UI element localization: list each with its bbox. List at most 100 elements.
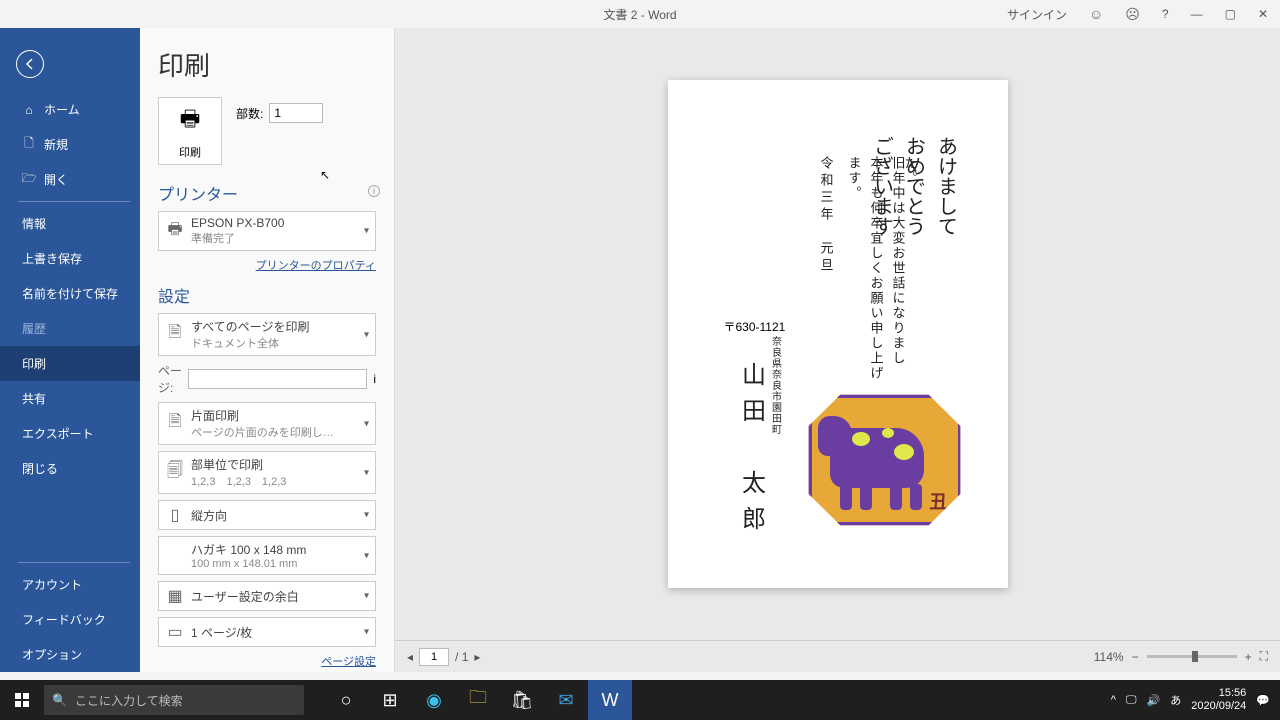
- clock-date: 2020/09/24: [1191, 700, 1246, 713]
- sidebar-item-label: ホーム: [44, 101, 80, 118]
- sidebar-item-save[interactable]: 上書き保存: [0, 241, 140, 276]
- sidebar-item-new[interactable]: 🗋 新規: [0, 127, 140, 162]
- chevron-down-icon: ▾: [364, 627, 369, 638]
- prev-page-button[interactable]: ◂: [407, 650, 413, 664]
- back-arrow-icon: [22, 56, 38, 72]
- sidebar-item-close[interactable]: 閉じる: [0, 451, 140, 486]
- edge-icon[interactable]: ◉: [412, 680, 456, 720]
- portrait-icon: ▯: [165, 505, 185, 525]
- taskbar: 🔍 ここに入力して検索 ○ ⊞ ◉ 🗀 🛍 ✉ W ^ 🖵 🔊 あ 15:56 …: [0, 680, 1280, 720]
- sidebar-item-print[interactable]: 印刷: [0, 346, 140, 381]
- display-icon[interactable]: 🖵: [1126, 694, 1137, 707]
- pages-input[interactable]: [188, 369, 367, 389]
- margins-icon: ▦: [165, 586, 185, 606]
- total-pages: / 1: [455, 650, 468, 664]
- print-settings-panel: 印刷 🖶 印刷 部数: プリンター i 🖶 EPSON PX-B700 準備完了…: [140, 28, 395, 672]
- sidebar-item-label: 開く: [44, 171, 68, 188]
- zodiac-stamp: 丑: [806, 392, 964, 528]
- store-icon[interactable]: 🛍: [500, 680, 544, 720]
- body-text-1: 旧年中は大変お世話になりまし: [889, 156, 908, 366]
- notifications-icon[interactable]: 💬: [1256, 694, 1270, 707]
- chevron-down-icon: ▾: [364, 467, 369, 478]
- taskbar-clock[interactable]: 15:56 2020/09/24: [1191, 687, 1246, 713]
- sidebar-item-feedback[interactable]: フィードバック: [0, 602, 140, 637]
- help-button[interactable]: ?: [1156, 5, 1175, 23]
- chevron-down-icon: ▾: [364, 591, 369, 602]
- back-button[interactable]: [16, 50, 44, 78]
- sidebar-item-history[interactable]: 履歴: [0, 311, 140, 346]
- volume-icon[interactable]: 🔊: [1147, 694, 1161, 707]
- sidebar-item-export[interactable]: エクスポート: [0, 416, 140, 451]
- body-text-2b: ます。: [845, 156, 864, 201]
- pages-per-sheet-dropdown[interactable]: ▭ 1 ページ/枚 ▾: [158, 617, 376, 647]
- sidebar-item-share[interactable]: 共有: [0, 381, 140, 416]
- page-setup-link[interactable]: ページ設定: [158, 653, 376, 669]
- page-icon: 🗎: [165, 325, 185, 345]
- zodiac-kanji: 丑: [930, 488, 948, 514]
- sidebar-item-label: 印刷: [22, 355, 46, 372]
- body-text-1b: た。: [901, 156, 920, 186]
- sidebar-item-info[interactable]: 情報: [0, 206, 140, 241]
- page-title: 印刷: [158, 46, 376, 83]
- print-preview: あけまして おめでとう ございます 旧年中は大変お世話になりまし た。 本年も何…: [395, 28, 1280, 672]
- clock-time: 15:56: [1191, 687, 1246, 700]
- page-icon: 🗎: [165, 414, 185, 434]
- minimize-button[interactable]: —: [1185, 5, 1209, 23]
- copies-input[interactable]: [269, 103, 323, 123]
- printer-status: 準備完了: [191, 230, 353, 246]
- sidebar-item-label: 新規: [44, 136, 68, 153]
- new-icon: 🗋: [22, 138, 36, 152]
- search-icon: 🔍: [52, 693, 67, 707]
- orientation-dropdown[interactable]: ▯ 縦方向 ▾: [158, 500, 376, 530]
- collate-icon: 🗐: [165, 463, 185, 483]
- titlebar: 文書 2 - Word サインイン ☺ ☹ ? — ▢ ✕: [0, 0, 1280, 28]
- collate-dropdown[interactable]: 🗐 部単位で印刷 1,2,3 1,2,3 1,2,3 ▾: [158, 451, 376, 494]
- tray-chevron-icon[interactable]: ^: [1111, 694, 1116, 706]
- printer-dropdown[interactable]: 🖶 EPSON PX-B700 準備完了 ▾: [158, 211, 376, 251]
- info-icon[interactable]: i: [368, 185, 380, 197]
- print-button[interactable]: 🖶 印刷: [158, 97, 222, 165]
- sidebar-item-label: 上書き保存: [22, 250, 82, 267]
- close-button[interactable]: ✕: [1252, 5, 1274, 23]
- word-taskbar-icon[interactable]: W: [588, 680, 632, 720]
- sidebar-item-saveas[interactable]: 名前を付けて保存: [0, 276, 140, 311]
- open-icon: 🗁: [22, 173, 36, 187]
- paper-size-dropdown[interactable]: ハガキ 100 x 148 mm 100 mm x 148.01 mm ▾: [158, 536, 376, 575]
- chevron-down-icon: ▾: [364, 418, 369, 429]
- backstage-sidebar: ⌂ホーム 🗋新規 🗁開く 情報 上書き保存 名前を付けて保存 履歴 印刷 共有 …: [0, 28, 140, 672]
- start-button[interactable]: [0, 680, 44, 720]
- signin-link[interactable]: サインイン: [1001, 4, 1073, 25]
- sidebar-item-label: 閉じる: [22, 460, 58, 477]
- chevron-down-icon: ▾: [364, 510, 369, 521]
- zoom-slider[interactable]: [1147, 655, 1237, 658]
- face-happy-icon[interactable]: ☺: [1083, 4, 1109, 24]
- sidebar-item-options[interactable]: オプション: [0, 637, 140, 672]
- home-icon: ⌂: [22, 103, 36, 117]
- zoom-out-button[interactable]: −: [1132, 650, 1139, 664]
- info-icon[interactable]: i: [373, 372, 376, 386]
- printer-heading: プリンター i: [158, 181, 376, 205]
- current-page-input[interactable]: [419, 648, 449, 666]
- sidebar-item-account[interactable]: アカウント: [0, 567, 140, 602]
- print-range-dropdown[interactable]: 🗎 すべてのページを印刷 ドキュメント全体 ▾: [158, 313, 376, 356]
- sidebar-item-home[interactable]: ⌂ ホーム: [0, 92, 140, 127]
- mail-icon[interactable]: ✉: [544, 680, 588, 720]
- taskview-icon[interactable]: ⊞: [368, 680, 412, 720]
- sidebar-item-label: 共有: [22, 390, 46, 407]
- printer-properties-link[interactable]: プリンターのプロパティ: [158, 257, 376, 273]
- ime-indicator[interactable]: あ: [1170, 692, 1181, 708]
- taskbar-search[interactable]: 🔍 ここに入力して検索: [44, 685, 304, 715]
- face-sad-icon[interactable]: ☹: [1119, 4, 1146, 25]
- window-title: 文書 2 - Word: [603, 6, 676, 23]
- margins-dropdown[interactable]: ▦ ユーザー設定の余白 ▾: [158, 581, 376, 611]
- system-tray: ^ 🖵 🔊 あ 15:56 2020/09/24 💬: [1111, 687, 1280, 713]
- next-page-button[interactable]: ▸: [474, 650, 480, 664]
- preview-page: あけまして おめでとう ございます 旧年中は大変お世話になりまし た。 本年も何…: [668, 80, 1008, 588]
- zoom-fit-button[interactable]: ⛶: [1260, 649, 1268, 664]
- cortana-icon[interactable]: ○: [324, 680, 368, 720]
- maximize-button[interactable]: ▢: [1219, 5, 1242, 23]
- zoom-in-button[interactable]: +: [1245, 650, 1252, 664]
- explorer-icon[interactable]: 🗀: [456, 680, 500, 720]
- sidebar-item-open[interactable]: 🗁 開く: [0, 162, 140, 197]
- duplex-dropdown[interactable]: 🗎 片面印刷 ページの片面のみを印刷し… ▾: [158, 402, 376, 445]
